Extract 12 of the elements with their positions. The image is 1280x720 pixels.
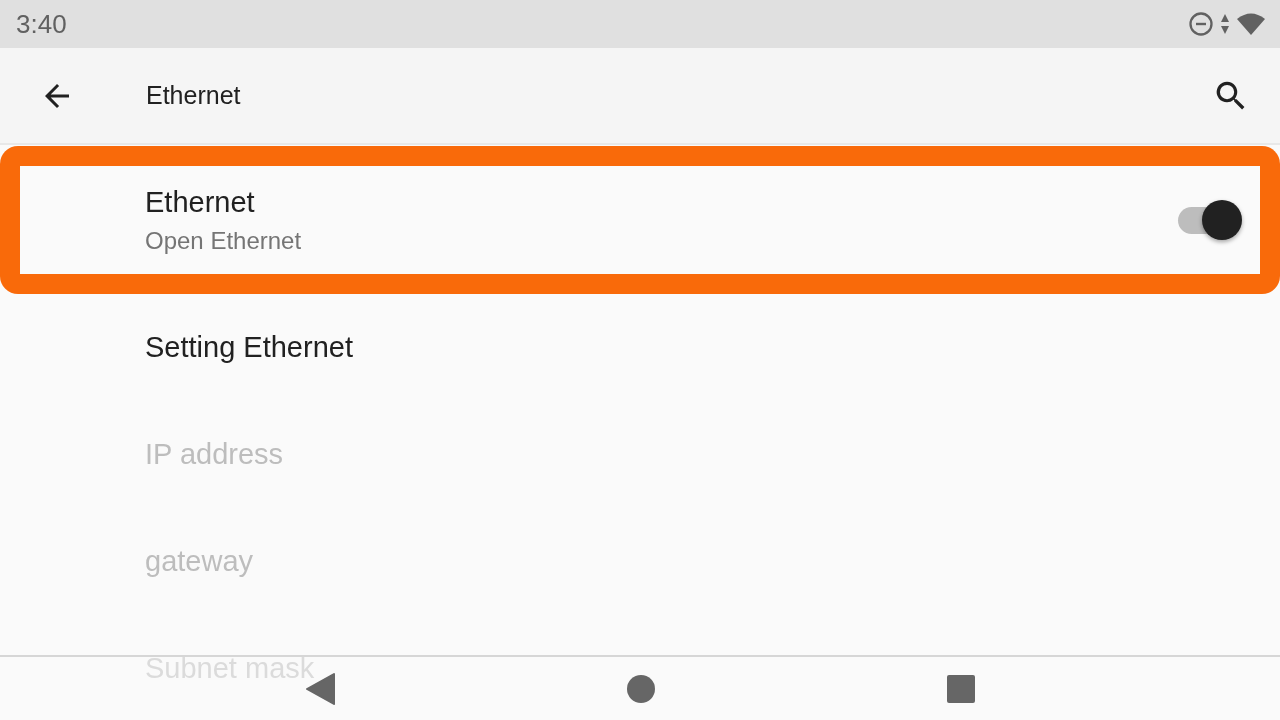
recents-icon[interactable] — [946, 673, 976, 704]
wifi-icon — [1236, 12, 1266, 36]
data-arrows-icon — [1220, 13, 1230, 35]
setting-title[interactable]: Setting Ethernet — [145, 331, 353, 364]
status-time: 3:40 — [16, 8, 67, 40]
page-title: Ethernet — [146, 81, 241, 110]
setting-summary: Open Ethernet — [145, 226, 302, 255]
setting-title: IP address — [145, 438, 284, 471]
home-icon[interactable] — [626, 673, 656, 704]
setting-title: gateway — [145, 545, 253, 578]
do-not-disturb-icon — [1188, 11, 1214, 37]
setting-title[interactable]: Ethernet — [145, 185, 302, 219]
